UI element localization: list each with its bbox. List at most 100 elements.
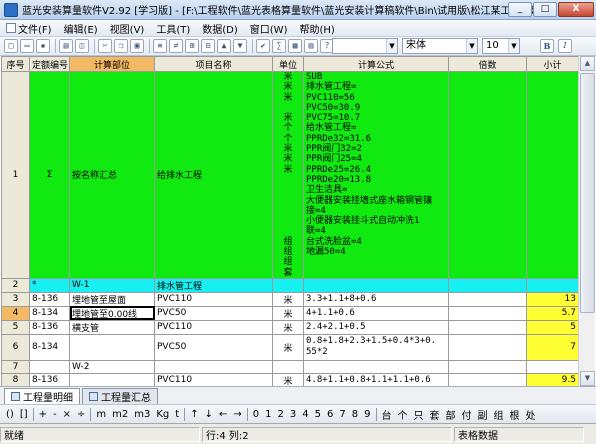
bold-button[interactable]: B <box>540 39 554 53</box>
header-name[interactable]: 项目名称 <box>154 56 273 72</box>
italic-button[interactable]: I <box>558 39 572 53</box>
cell-name[interactable]: 排水管工程 <box>154 277 273 293</box>
symbol-button[interactable]: 4 <box>299 409 311 420</box>
cell-part[interactable]: 按名称汇总 <box>69 71 155 279</box>
font-size-select[interactable]: 10 ▼ <box>482 38 520 54</box>
symbol-button[interactable]: 7 <box>336 409 348 420</box>
cell-part[interactable] <box>69 333 155 361</box>
symbol-button[interactable]: 套 <box>427 407 443 422</box>
move-up-icon[interactable]: ▲ <box>217 39 231 53</box>
cell-subtotal[interactable] <box>526 277 578 293</box>
cell-multiplier[interactable] <box>448 291 527 307</box>
row-number[interactable]: 7 <box>1 359 30 374</box>
header-part[interactable]: 计算部位 <box>69 56 155 72</box>
cell-formula[interactable] <box>303 359 449 374</box>
symbol-button[interactable]: m2 <box>109 409 131 420</box>
cell-code[interactable]: Σ <box>29 71 70 279</box>
maximize-button[interactable]: □ <box>533 2 557 17</box>
move-down-icon[interactable]: ▼ <box>233 39 247 53</box>
cell-formula[interactable]: 2.4+2.1+0.5 <box>303 319 449 335</box>
symbol-button[interactable]: ↑ <box>187 409 201 420</box>
symbol-button[interactable]: - <box>50 409 60 420</box>
cell-formula[interactable]: 0.8+1.8+2.3+1.5+0.4*3+0. 55*2 <box>303 333 449 361</box>
cell-subtotal[interactable]: 7 <box>526 333 578 361</box>
row-number[interactable]: 6 <box>1 333 30 361</box>
cell-multiplier[interactable] <box>448 372 527 386</box>
cell-name[interactable]: 给排水工程 <box>154 71 273 279</box>
cell-formula[interactable]: SUB 排水管工程= PVC110=56 PVC50=30.9 PVC75=10.7 给水… <box>303 71 449 279</box>
sheet-icon[interactable]: ▥ <box>304 39 318 53</box>
symbol-button[interactable]: t <box>172 409 182 420</box>
scroll-down-icon[interactable]: ▼ <box>580 371 595 386</box>
scroll-thumb[interactable] <box>580 73 595 313</box>
new-file-icon[interactable]: □ <box>4 39 18 53</box>
cell-subtotal[interactable]: 9.5 <box>526 372 578 386</box>
cell-multiplier[interactable] <box>448 305 527 321</box>
delete-col-icon[interactable]: ⊟ <box>201 39 215 53</box>
symbol-button[interactable]: 部 <box>443 407 459 422</box>
symbol-button[interactable]: 6 <box>324 409 336 420</box>
symbol-button[interactable]: 副 <box>475 407 491 422</box>
symbol-button[interactable]: 根 <box>507 407 523 422</box>
save-icon[interactable]: ▪ <box>36 39 50 53</box>
vertical-scrollbar[interactable]: ▲ ▼ <box>578 56 595 386</box>
preview-icon[interactable]: ◫ <box>75 39 89 53</box>
row-number[interactable]: 8 <box>1 372 30 386</box>
menu-view[interactable]: 视图(V) <box>104 21 151 36</box>
tab-quantity-summary[interactable]: 工程量汇总 <box>82 388 158 404</box>
cell-part[interactable]: 埋地管至0.00线 <box>69 305 155 321</box>
symbol-button[interactable]: 组 <box>491 407 507 422</box>
menu-data[interactable]: 数据(D) <box>196 21 244 36</box>
cell-subtotal[interactable] <box>526 359 578 374</box>
symbol-button[interactable]: ÷ <box>74 409 88 420</box>
cell-formula[interactable]: 4.8+1.1+0.8+1.1+1.1+0.6 <box>303 372 449 386</box>
row-number[interactable]: 4 <box>1 305 30 321</box>
close-button[interactable]: X <box>558 2 594 17</box>
row-number[interactable]: 1 <box>1 71 30 279</box>
symbol-button[interactable]: 台 <box>379 407 395 422</box>
symbol-button[interactable]: Kg <box>153 409 172 420</box>
symbol-button[interactable]: 只 <box>411 407 427 422</box>
font-select[interactable]: 宋体 ▼ <box>402 38 478 54</box>
symbol-button[interactable]: 2 <box>275 409 287 420</box>
cell-subtotal[interactable]: 5 <box>526 319 578 335</box>
symbol-button[interactable]: 0 <box>250 409 262 420</box>
cut-icon[interactable]: ✂ <box>98 39 112 53</box>
cell-subtotal[interactable] <box>526 71 578 279</box>
calc-icon[interactable]: ∑ <box>272 39 286 53</box>
cell-code[interactable]: 8-136 <box>29 372 70 386</box>
cell-part[interactable] <box>69 372 155 386</box>
symbol-button[interactable]: 付 <box>459 407 475 422</box>
cell-code[interactable]: 8-134 <box>29 305 70 321</box>
symbol-button[interactable]: 处 <box>523 407 539 422</box>
data-grid[interactable]: 序号 定额编号 计算部位 项目名称 单位 计算公式 倍数 小计 1 Σ 按名称汇… <box>1 56 578 386</box>
symbol-button[interactable]: m3 <box>131 409 153 420</box>
cell-multiplier[interactable] <box>448 359 527 374</box>
table-icon[interactable]: ▦ <box>288 39 302 53</box>
insert-col-icon[interactable]: ⊞ <box>185 39 199 53</box>
paste-icon[interactable]: ▣ <box>130 39 144 53</box>
cell-unit[interactable]: 米 <box>272 291 304 307</box>
symbol-button[interactable]: m <box>93 409 109 420</box>
menu-file[interactable]: 文件(F) <box>0 21 58 36</box>
cell-formula[interactable]: 4+1.1+0.6 <box>303 305 449 321</box>
symbol-button[interactable]: [] <box>17 409 31 420</box>
cell-part[interactable]: W-1 <box>69 277 155 293</box>
cell-unit[interactable] <box>272 359 304 374</box>
menu-edit[interactable]: 编辑(E) <box>58 21 104 36</box>
cell-subtotal[interactable]: 13 <box>526 291 578 307</box>
cell-name[interactable]: PVC50 <box>154 305 273 321</box>
cell-name[interactable]: PVC50 <box>154 333 273 361</box>
check-icon[interactable]: ✔ <box>256 39 270 53</box>
menu-help[interactable]: 帮助(H) <box>293 21 340 36</box>
insert-row-icon[interactable]: ≡ <box>153 39 167 53</box>
symbol-button[interactable]: 3 <box>287 409 299 420</box>
delete-row-icon[interactable]: ≠ <box>169 39 183 53</box>
open-folder-icon[interactable]: ▭ <box>20 39 34 53</box>
cell-unit[interactable]: 米 <box>272 372 304 386</box>
header-unit[interactable]: 单位 <box>272 56 304 72</box>
cell-name[interactable]: PVC110 <box>154 291 273 307</box>
cell-multiplier[interactable] <box>448 71 527 279</box>
cell-code[interactable] <box>29 359 70 374</box>
cell-unit[interactable]: 米 <box>272 333 304 361</box>
